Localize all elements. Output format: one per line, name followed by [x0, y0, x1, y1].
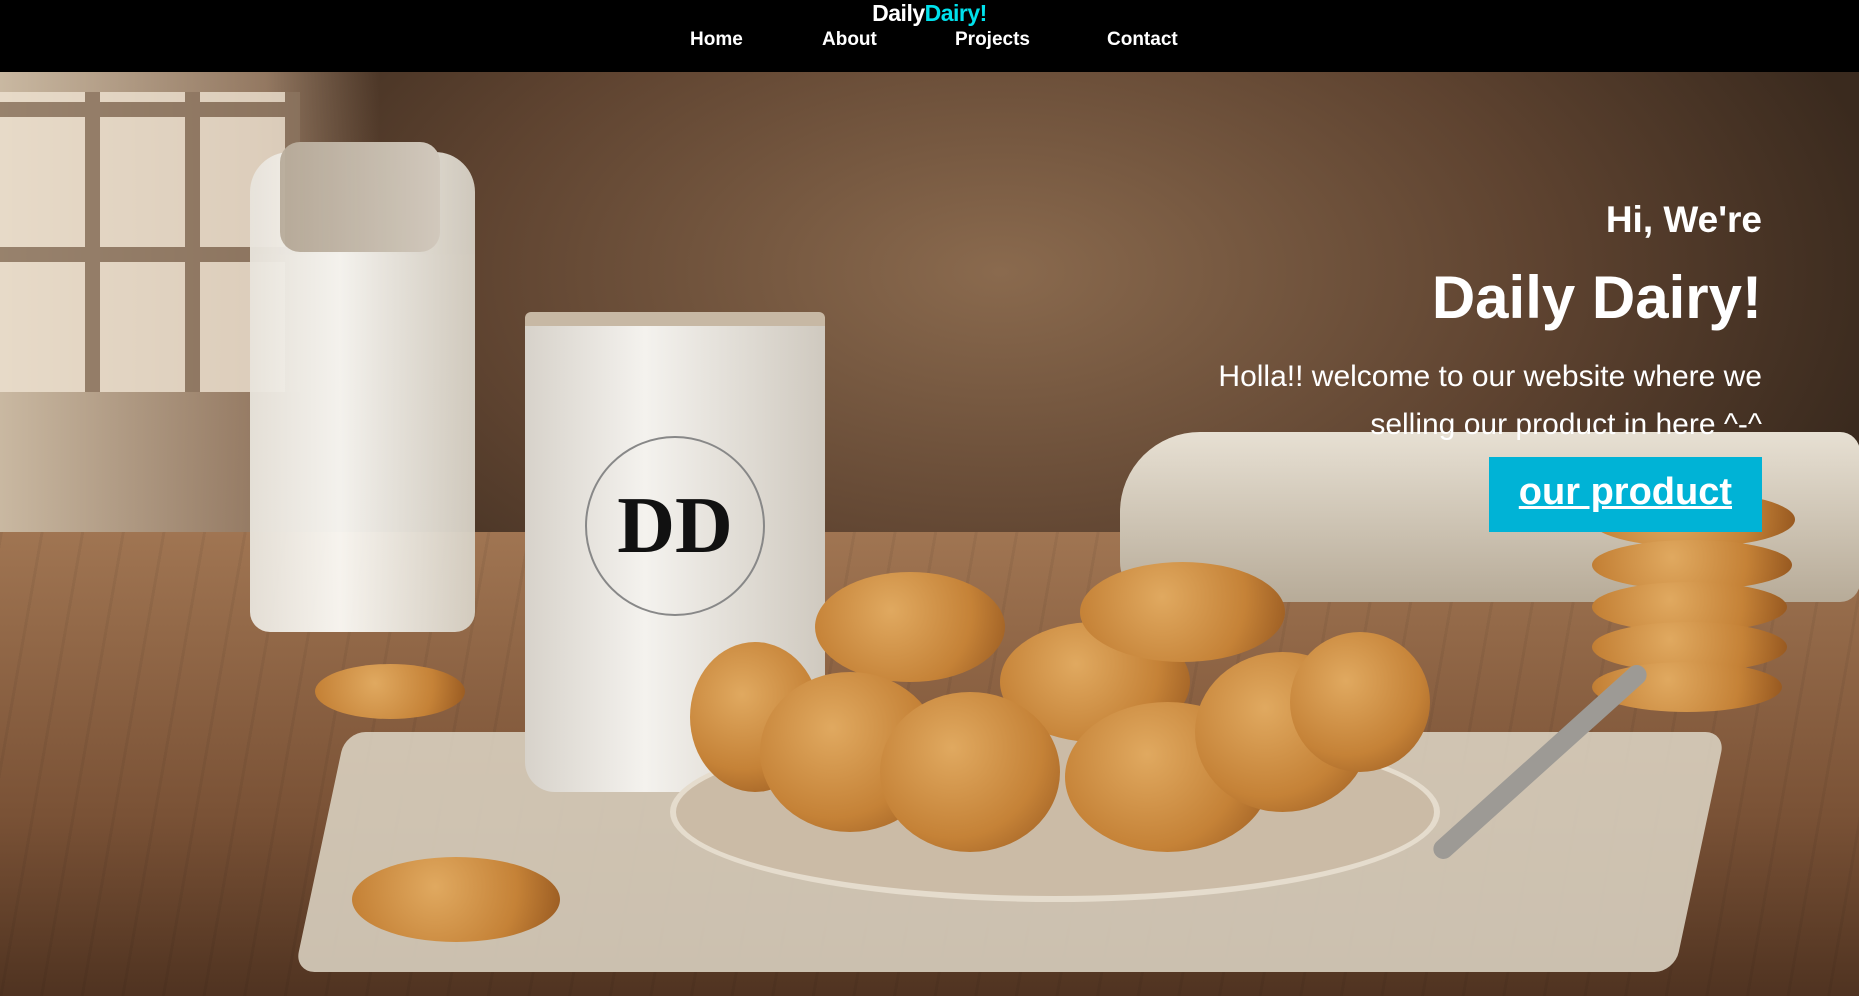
cookie [1290, 632, 1430, 772]
cookie [880, 692, 1060, 852]
cookie [352, 857, 560, 942]
greeting-heading: Hi, We're [1605, 199, 1762, 240]
logo-text-daily: Daily [872, 0, 925, 26]
site-logo[interactable]: DailyDairy! [0, 0, 1859, 27]
nav-home[interactable]: Home [690, 29, 743, 51]
site-title-heading: Daily Dairy! [1431, 264, 1762, 331]
cookie [815, 572, 1005, 682]
dd-logo-text: DD [617, 481, 733, 570]
nav-contact[interactable]: Contact [1107, 29, 1178, 51]
nav-about[interactable]: About [822, 29, 877, 51]
hero-section: DD Hi, We're Daily Dairy! Holla!! welcom… [0, 72, 1859, 996]
dd-logo-icon: DD [585, 436, 765, 616]
our-product-button[interactable]: our product [1488, 457, 1762, 532]
intro-block: Hi, We're Daily Dairy! Holla!! welcome t… [1142, 192, 1762, 532]
nav-projects[interactable]: Projects [955, 29, 1030, 51]
navbar: DailyDairy! Home About Projects Contact [0, 0, 1859, 72]
intro-description: Holla!! welcome to our website where we … [1218, 360, 1762, 441]
logo-text-dairy: Dairy! [924, 0, 988, 26]
cookie [1080, 562, 1285, 662]
cookie [315, 664, 465, 719]
milk-bottle-image [250, 142, 475, 632]
